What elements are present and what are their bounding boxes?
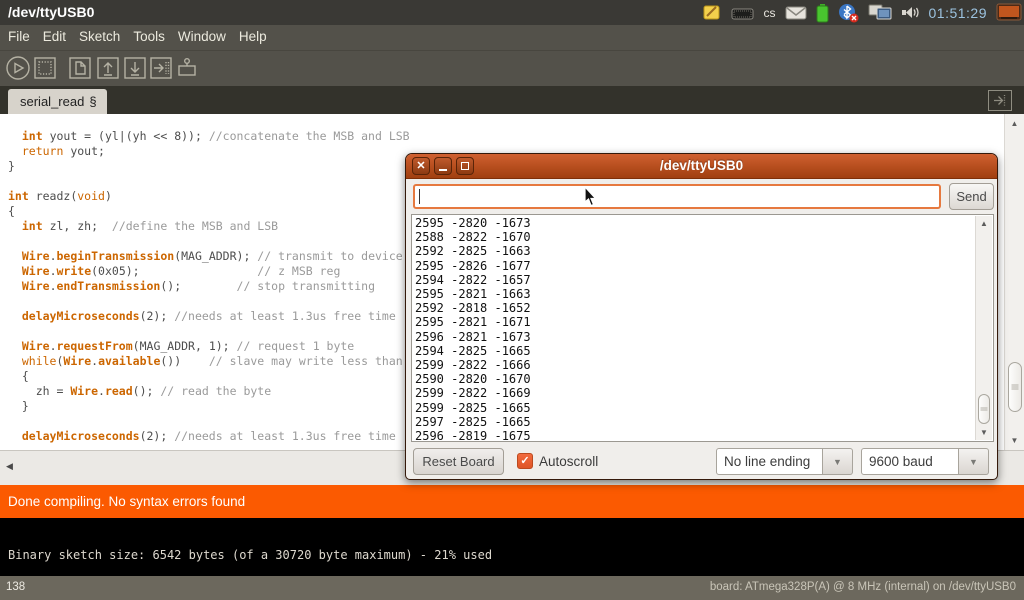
- editor-vertical-scrollbar[interactable]: ▲ ▼: [1004, 114, 1024, 450]
- keyboard-icon[interactable]: [731, 5, 755, 21]
- code-line: delayMicroseconds(2); //needs at least 1…: [8, 429, 410, 444]
- mail-icon[interactable]: [785, 5, 807, 20]
- stop-button[interactable]: [32, 55, 58, 81]
- board-info: board: ATmega328P(A) @ 8 MHz (internal) …: [710, 581, 1016, 593]
- tab-serial-read[interactable]: serial_read §: [8, 89, 107, 114]
- text-caret: [419, 189, 420, 204]
- clock[interactable]: 01:51:29: [929, 5, 988, 21]
- arduino-ide-screen: /dev/ttyUSB0 cs 01:51:: [0, 0, 1024, 600]
- code-line: [8, 414, 410, 429]
- code-line: Wire.requestFrom(MAG_ADDR, 1); // reques…: [8, 339, 410, 354]
- serial-send-input[interactable]: [413, 184, 941, 209]
- menu-item-edit[interactable]: Edit: [43, 25, 66, 44]
- new-sketch-button[interactable]: [67, 55, 93, 81]
- menu-item-sketch[interactable]: Sketch: [79, 25, 120, 44]
- autoscroll-checkbox[interactable]: ✓: [517, 453, 533, 469]
- send-button[interactable]: Send: [949, 183, 994, 210]
- code-line: Wire.beginTransmission(MAG_ADDR); // tra…: [8, 249, 410, 264]
- tab-menu-button[interactable]: [988, 90, 1012, 111]
- serial-scrollbar[interactable]: ▲ ▼: [975, 216, 992, 440]
- tab-strip: serial_read §: [0, 86, 1024, 114]
- code-line: int yout = (yl|(yh << 8)); //concatenate…: [8, 129, 410, 144]
- code-line: int readz(void): [8, 189, 410, 204]
- menu-item-help[interactable]: Help: [239, 25, 267, 44]
- serial-window-titlebar[interactable]: ✕ /dev/ttyUSB0: [406, 154, 997, 179]
- code-line: }: [8, 399, 410, 414]
- volume-icon[interactable]: [901, 4, 920, 21]
- mouse-cursor: [584, 186, 599, 212]
- serial-monitor-button[interactable]: [174, 55, 200, 81]
- chevron-down-icon[interactable]: ▼: [823, 448, 853, 475]
- serial-controls: Reset Board ✓ Autoscroll No line ending …: [406, 446, 997, 480]
- chevron-down-icon[interactable]: ▼: [959, 448, 989, 475]
- console-text: Binary sketch size: 6542 bytes (of a 307…: [8, 548, 492, 562]
- code-line: [8, 294, 410, 309]
- code-line: [8, 324, 410, 339]
- serial-scrollbar-thumb[interactable]: [978, 394, 990, 424]
- code-line: [8, 234, 410, 249]
- verify-button[interactable]: [5, 55, 31, 81]
- compile-status-message: Done compiling. No syntax errors found: [8, 485, 245, 518]
- scroll-down-icon[interactable]: ▼: [976, 428, 992, 438]
- code-line: zh = Wire.read(); // read the byte: [8, 384, 410, 399]
- menu-item-window[interactable]: Window: [178, 25, 226, 44]
- serial-output[interactable]: 2595 -2820 -1673 2588 -2822 -1670 2592 -…: [411, 214, 994, 442]
- upload-button[interactable]: [148, 55, 174, 81]
- baud-rate-value[interactable]: 9600 baud: [861, 448, 959, 475]
- network-icon[interactable]: [868, 3, 892, 22]
- tab-modified-marker: §: [89, 94, 96, 109]
- code-line: delayMicroseconds(2); //needs at least 1…: [8, 309, 410, 324]
- status-footer: 138 board: ATmega328P(A) @ 8 MHz (intern…: [0, 576, 1024, 600]
- code-line: {: [8, 204, 410, 219]
- line-ending-value[interactable]: No line ending: [716, 448, 823, 475]
- menubar: File Edit Sketch Tools Window Help: [0, 25, 1024, 50]
- code-line: Wire.write(0x05); // z MSB reg: [8, 264, 410, 279]
- autoscroll-label: Autoscroll: [539, 454, 598, 469]
- scroll-left-icon[interactable]: ◀: [6, 461, 13, 472]
- code-line: [8, 174, 410, 189]
- session-menu-icon[interactable]: [996, 2, 1022, 24]
- console-output: Binary sketch size: 6542 bytes (of a 307…: [0, 518, 1024, 576]
- compile-status-bar: Done compiling. No syntax errors found: [0, 485, 1024, 518]
- code-line: Wire.endTransmission(); // stop transmit…: [8, 279, 410, 294]
- line-number-indicator: 138: [6, 581, 25, 593]
- code-line: }: [8, 159, 410, 174]
- keyboard-layout-label[interactable]: cs: [764, 6, 776, 20]
- code-line: int zl, zh; //define the MSB and LSB: [8, 219, 410, 234]
- battery-icon[interactable]: [816, 3, 829, 23]
- serial-window-title: /dev/ttyUSB0: [406, 158, 997, 173]
- toolbar: [0, 50, 1024, 86]
- bluetooth-icon[interactable]: [838, 2, 859, 23]
- system-titlebar: /dev/ttyUSB0 cs 01:51:: [0, 0, 1024, 25]
- tab-label: serial_read: [20, 94, 84, 109]
- serial-output-text: 2595 -2820 -1673 2588 -2822 -1670 2592 -…: [415, 216, 531, 442]
- menu-item-tools[interactable]: Tools: [133, 25, 165, 44]
- open-button[interactable]: [95, 55, 121, 81]
- reset-board-button[interactable]: Reset Board: [413, 448, 504, 475]
- scroll-up-icon[interactable]: ▲: [1005, 119, 1024, 129]
- code-line: return yout;: [8, 144, 410, 159]
- code-line: while(Wire.available()) // slave may wri…: [8, 354, 410, 369]
- system-tray: cs 01:51:29: [702, 0, 1023, 25]
- notes-icon[interactable]: [702, 3, 722, 22]
- editor-scrollbar-thumb[interactable]: [1008, 362, 1022, 412]
- window-title: /dev/ttyUSB0: [8, 4, 94, 20]
- code-line: {: [8, 369, 410, 384]
- scroll-up-icon[interactable]: ▲: [976, 219, 992, 229]
- serial-monitor-window: ✕ /dev/ttyUSB0 Send 2595 -2820 -1673 258…: [405, 153, 998, 480]
- menu-item-file[interactable]: File: [8, 25, 30, 44]
- save-button[interactable]: [122, 55, 148, 81]
- scroll-down-icon[interactable]: ▼: [1005, 436, 1024, 446]
